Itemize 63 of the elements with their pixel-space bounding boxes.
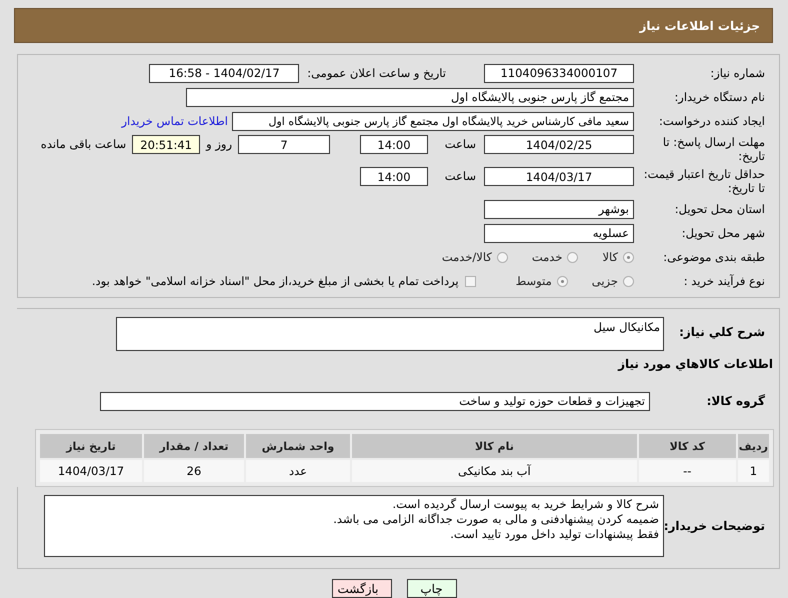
radio-label: خدمت <box>532 250 564 264</box>
remaining-label: ساعت باقی مانده <box>40 136 128 151</box>
field-label: شهر محل تحویل: <box>680 226 766 240</box>
goods-group-field: تجهیزات و قطعات حوزه تولید و ساخت <box>100 392 650 410</box>
column-header: تاریخ نیاز <box>40 434 142 458</box>
section-title: اطلاعات کالاهاي مورد نياز <box>616 356 774 371</box>
description-field: مکانیکال سیل <box>116 317 664 351</box>
column-header: کد کالا <box>638 434 736 458</box>
column-header: نام کالا <box>352 434 637 458</box>
validity-time-field: 14:00 <box>360 167 428 186</box>
table-cell: 1404/03/17 <box>40 460 142 482</box>
radio-button[interactable] <box>623 276 634 286</box>
radio-label: کالا <box>602 250 619 264</box>
days-label: روز و <box>204 136 233 151</box>
days-field: 7 <box>238 135 330 154</box>
province-field: بوشهر <box>484 200 634 218</box>
radio-button[interactable] <box>556 276 568 286</box>
note-line: ضمیمه کردن پیشنهادفنی و مالی به صورت جداگانه الزامی می باشد. <box>332 512 659 527</box>
city-field: عسلویه <box>484 224 634 242</box>
table-cell: 1 <box>738 460 769 482</box>
field-label: مهلت ارسال پاسخ: تا تاریخ: <box>662 135 766 163</box>
announce-date-field: 1404/02/17 - 16:58 <box>149 64 300 82</box>
note-line: فقط پیشنهادات تولید داخل مورد تایید است. <box>449 527 659 542</box>
field-label: حداقل تاریخ اعتبار قیمت: تا تاریخ: <box>642 167 766 195</box>
checkbox[interactable] <box>464 276 476 286</box>
print-button[interactable]: چاپ <box>406 579 456 598</box>
validity-date-field: 1404/03/17 <box>484 167 634 186</box>
radio-button[interactable] <box>567 252 578 262</box>
column-header: ردیف <box>738 434 769 458</box>
table-cell: -- <box>638 460 736 482</box>
radio-button[interactable] <box>496 252 508 262</box>
buyer-contact-link[interactable]: اطلاعات تماس خریدار <box>121 114 228 128</box>
field-label: نوع فرآیند خرید : <box>682 274 766 288</box>
requester-field: سعید مافی کارشناس خرید پالایشگاه اول مجتمع گاز پارس جنوبی پالایشگاه اول <box>232 112 634 130</box>
table-cell: عدد <box>246 460 350 482</box>
need-number-field: 1104096334000107 <box>484 64 634 82</box>
column-header: تعداد / مقدار <box>144 434 244 458</box>
table-cell: 26 <box>144 460 244 482</box>
time-label: ساعت <box>444 136 477 151</box>
radio-label: متوسط <box>516 274 553 288</box>
field-label: شماره نیاز: <box>709 66 766 80</box>
field-label: گروه کالا: <box>706 394 766 408</box>
remaining-time-field: 20:51:41 <box>132 135 200 154</box>
field-label: استان محل تحویل: <box>674 202 766 216</box>
note-line: شرح کالا و شرایط خرید به پیوست ارسال گردیده است. <box>391 497 659 512</box>
page-title: جزئیات اطلاعات نیاز <box>639 18 760 32</box>
field-label: شرح کلي نياز: <box>678 324 766 339</box>
checkbox-label: پرداخت تمام یا بخشی از مبلغ خرید،از محل "اسناد خزانه اسلامی" خواهد بود. <box>92 274 460 288</box>
radio-label: جزیی <box>592 274 619 288</box>
radio-label: کالا/خدمت <box>442 250 493 264</box>
column-header: واحد شمارش <box>246 434 350 458</box>
field-label: نام دستگاه خریدار: <box>673 90 766 104</box>
field-label: تاریخ و ساعت اعلان عمومی: <box>306 66 447 80</box>
field-label: طبقه بندی موضوعی: <box>662 250 766 264</box>
reply-date-field: 1404/02/25 <box>484 135 634 154</box>
radio-button[interactable] <box>623 252 634 262</box>
field-label: ایجاد کننده درخواست: <box>658 114 766 128</box>
buyer-field: مجتمع گاز پارس جنوبی پالایشگاه اول <box>186 88 634 106</box>
table-cell: آب بند مکانیکی <box>352 460 637 482</box>
field-label: توضیحات خریدار: <box>664 519 766 533</box>
back-button[interactable]: بازگشت <box>332 579 392 598</box>
reply-time-field: 14:00 <box>360 135 428 154</box>
time-label: ساعت <box>444 168 477 183</box>
